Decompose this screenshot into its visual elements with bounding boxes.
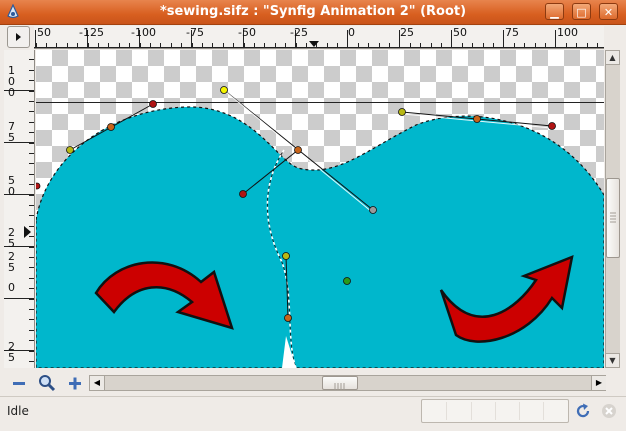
- ruler-label: 25: [400, 26, 414, 39]
- render-progress-bar: [421, 399, 569, 423]
- triangle-right-icon: [16, 33, 21, 41]
- canvas-menu-button[interactable]: [7, 26, 30, 48]
- minimize-button[interactable]: ▁: [545, 3, 564, 20]
- grip-icon: [334, 383, 345, 390]
- scroll-right-button[interactable]: ▶: [591, 376, 606, 390]
- tangent-duck[interactable]: [239, 190, 247, 198]
- vertex-duck[interactable]: [107, 123, 115, 131]
- pointer-marker: [309, 41, 319, 47]
- ruler-label: 100: [557, 26, 578, 39]
- vertical-ruler[interactable]: 1 0 0 7 5 5 0 2 5 2 5 0 2 5: [4, 50, 35, 368]
- ruler-label: 0: [8, 86, 15, 99]
- ruler-label: 0: [8, 281, 15, 294]
- tangent-duck[interactable]: [36, 182, 41, 190]
- ruler-label: -100: [131, 26, 156, 39]
- zoom-fit-button[interactable]: [38, 374, 56, 392]
- ruler-label: 0: [8, 185, 15, 198]
- close-button[interactable]: ✕: [599, 3, 618, 20]
- horizontal-ruler[interactable]: 50 -125 -100 -75 -50 -25 0 25 50 75 100: [34, 26, 604, 49]
- ruler-label: -75: [186, 26, 204, 39]
- vertex-duck[interactable]: [473, 115, 481, 123]
- tangent-duck[interactable]: [282, 252, 290, 260]
- zoom-out-button[interactable]: [10, 374, 28, 392]
- ruler-label: -25: [290, 26, 308, 39]
- stop-icon: [602, 404, 616, 418]
- scroll-up-button[interactable]: ▲: [605, 50, 620, 65]
- vertical-scroll-thumb[interactable]: [606, 178, 620, 258]
- ruler-label: 50: [453, 26, 467, 39]
- width-duck[interactable]: [220, 86, 228, 94]
- stop-button[interactable]: [600, 402, 618, 420]
- tangent-duck[interactable]: [369, 206, 377, 214]
- tangent-duck[interactable]: [398, 108, 406, 116]
- refresh-button[interactable]: [574, 402, 592, 420]
- ruler-label: 0: [348, 26, 355, 39]
- vertex-duck[interactable]: [294, 146, 302, 154]
- refresh-icon: [576, 403, 590, 418]
- window-title: *sewing.sifz : "Synfig Animation 2" (Roo…: [159, 4, 467, 19]
- vertex-duck[interactable]: [284, 314, 292, 322]
- tangent-duck[interactable]: [548, 122, 556, 130]
- tangent-duck[interactable]: [66, 146, 74, 154]
- plus-icon: [69, 377, 81, 390]
- vertical-scrollbar[interactable]: ▲ ▼: [605, 50, 620, 368]
- origin-duck[interactable]: [343, 277, 351, 285]
- ruler-label: 5: [8, 237, 15, 250]
- scroll-down-button[interactable]: ▼: [605, 353, 620, 368]
- ruler-label: -125: [79, 26, 104, 39]
- zoom-in-button[interactable]: [66, 374, 84, 392]
- magnifier-icon: [39, 375, 56, 392]
- minus-icon: [13, 382, 25, 385]
- horizontal-scroll-thumb[interactable]: [322, 376, 358, 390]
- ruler-label: 50: [37, 26, 51, 39]
- ruler-label: 75: [505, 26, 519, 39]
- ruler-label: 5: [8, 261, 15, 274]
- scroll-left-button[interactable]: ◀: [90, 376, 105, 390]
- ruler-label: -50: [238, 26, 256, 39]
- tangent-duck[interactable]: [149, 100, 157, 108]
- separator: [0, 396, 626, 397]
- work-area-canvas[interactable]: [36, 50, 604, 368]
- grip-icon: [610, 212, 616, 223]
- status-text: Idle: [7, 404, 29, 418]
- ruler-label: 5: [8, 351, 15, 364]
- maximize-button[interactable]: □: [572, 3, 591, 20]
- horizontal-scrollbar[interactable]: ◀ ▶: [89, 375, 606, 391]
- ruler-label: 5: [8, 131, 15, 144]
